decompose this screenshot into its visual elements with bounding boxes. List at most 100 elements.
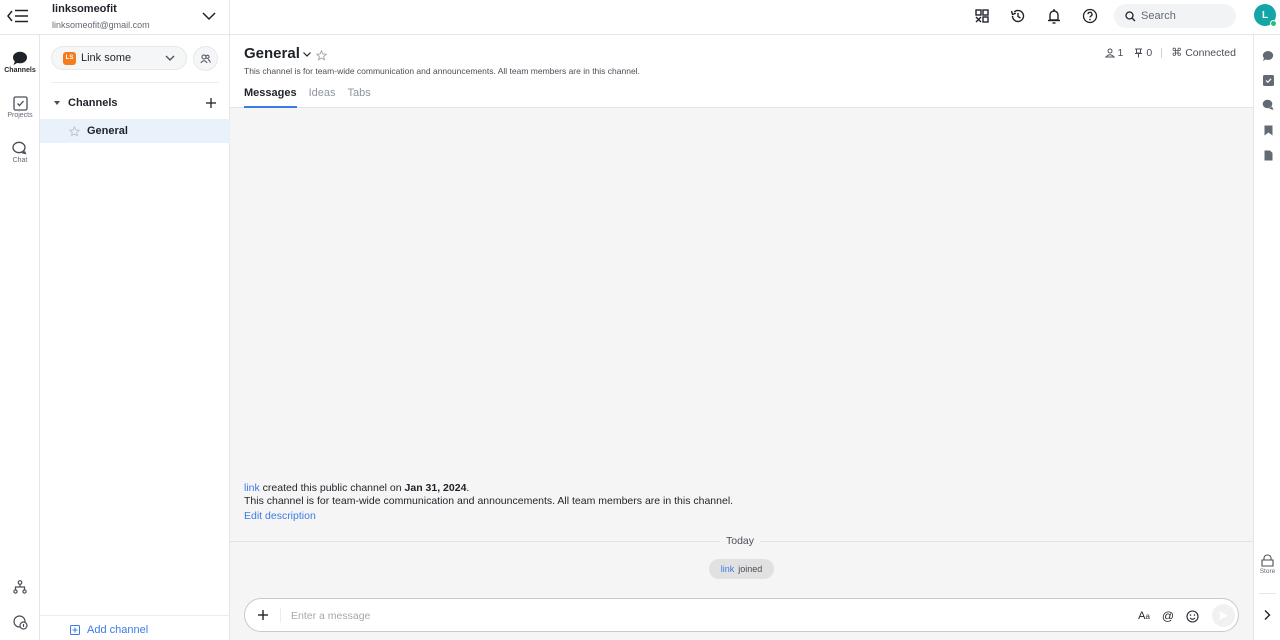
join-user-link[interactable]: link [721, 564, 735, 574]
rail-label: Channels [4, 67, 36, 74]
search-placeholder: Search [1141, 10, 1176, 22]
account-email: linksomeofit@gmail.com [52, 20, 150, 30]
plus-icon [206, 98, 216, 108]
channels-section-title: Channels [68, 97, 118, 109]
messages-icon [1262, 51, 1274, 61]
channel-main-area: General This channel is for team-wide co… [230, 35, 1253, 640]
divider [40, 615, 230, 616]
right-rail-messages[interactable] [1261, 49, 1275, 63]
store-label: Store [1259, 568, 1276, 575]
tab-messages[interactable]: Messages [244, 87, 297, 108]
rail-item-channels[interactable]: Channels [0, 51, 40, 74]
members-button[interactable] [193, 46, 218, 71]
channel-title: General [244, 45, 300, 62]
workspace-name: Link some [81, 52, 132, 64]
add-channel-plus-button[interactable] [205, 96, 217, 108]
notifications-button[interactable] [1045, 7, 1063, 25]
channel-intro: link created this public channel on Jan … [244, 482, 733, 523]
emoji-button[interactable] [1184, 608, 1200, 624]
user-avatar[interactable]: L [1254, 4, 1277, 27]
right-rail-bookmarks[interactable] [1261, 123, 1275, 137]
collapse-menu-button[interactable] [6, 6, 30, 26]
channel-meta: 1 0 ⌘ Connected [1104, 46, 1236, 60]
help-button[interactable] [1081, 7, 1099, 25]
channel-description: This channel is for team-wide communicat… [244, 66, 640, 76]
account-switcher-button[interactable] [201, 8, 217, 24]
channel-sidebar: LS Link some Channels General Add channe… [40, 35, 230, 640]
account-info[interactable]: linksomeofit linksomeofit@gmail.com [52, 3, 150, 32]
caret-down-icon [54, 100, 60, 105]
rail-item-org-chart[interactable] [0, 580, 40, 594]
chevron-right-icon [1264, 610, 1271, 620]
mention-button[interactable]: @ [1160, 608, 1176, 624]
member-icon [1104, 48, 1115, 57]
avatar-initial: L [1261, 9, 1269, 21]
collapse-menu-icon [7, 9, 28, 23]
send-button[interactable] [1212, 604, 1235, 627]
intro-text: created this public channel on [259, 482, 405, 494]
intro-description: This channel is for team-wide communicat… [244, 495, 734, 507]
history-icon [1010, 9, 1025, 23]
right-rail-threads[interactable] [1261, 98, 1275, 112]
right-rail-store[interactable]: Store [1254, 554, 1280, 575]
search-icon [1125, 10, 1136, 21]
intro-end: . [466, 482, 470, 494]
day-divider-label: Today [720, 535, 761, 547]
channel-header: General This channel is for team-wide co… [230, 35, 1253, 108]
divider [51, 82, 219, 83]
right-rail-files[interactable] [1261, 148, 1275, 162]
channel-title-dropdown[interactable]: General [244, 45, 312, 62]
text-format-button[interactable]: Aa [1136, 608, 1152, 624]
join-text: joined [738, 564, 763, 574]
plus-icon [258, 610, 268, 620]
tasks-icon [1262, 74, 1274, 86]
tab-ideas[interactable]: Ideas [309, 87, 336, 108]
help-icon [1082, 8, 1098, 24]
history-button[interactable] [1009, 7, 1027, 25]
channel-item-general[interactable]: General [40, 119, 230, 143]
rail-item-apps-info[interactable] [0, 615, 40, 630]
search-box[interactable]: Search [1114, 4, 1236, 28]
favorite-channel-button[interactable] [315, 48, 328, 66]
rail-item-projects[interactable]: Projects [0, 96, 40, 119]
message-input[interactable] [291, 607, 1111, 625]
tab-tabs[interactable]: Tabs [348, 87, 371, 108]
right-side-rail: Store [1253, 35, 1280, 640]
edit-description-link[interactable]: Edit description [244, 510, 316, 523]
connection-status[interactable]: ⌘ Connected [1171, 46, 1236, 60]
bookmark-icon [1264, 125, 1272, 135]
divider [1161, 47, 1163, 58]
connection-status-text: Connected [1185, 46, 1236, 59]
intro-user-link[interactable]: link [244, 482, 260, 494]
command-icon: ⌘ [1171, 47, 1183, 59]
top-bar: linksomeofit linksomeofit@gmail.com Sear… [0, 0, 1280, 35]
add-square-icon [70, 625, 80, 635]
add-channel-button[interactable]: Add channel [70, 624, 148, 636]
channels-section-header[interactable]: Channels [40, 93, 230, 113]
store-icon [1261, 554, 1274, 567]
chat-icon [12, 141, 27, 155]
at-sign-icon: @ [1161, 609, 1175, 623]
add-channel-label: Add channel [87, 624, 149, 636]
member-count-button[interactable]: 1 [1104, 46, 1124, 59]
attach-button[interactable] [256, 608, 270, 622]
rail-item-chat[interactable]: Chat [0, 141, 40, 164]
divider [229, 0, 230, 35]
workspace-badge: LS [63, 51, 76, 65]
chevron-down-icon [202, 12, 216, 21]
rail-label: Chat [12, 157, 28, 164]
apps-grid-icon [975, 9, 989, 23]
star-icon[interactable] [69, 125, 80, 137]
member-count: 1 [1117, 46, 1124, 59]
message-composer: Aa @ [244, 598, 1239, 632]
channels-icon [13, 51, 27, 65]
workspace-selector[interactable]: LS Link some [51, 46, 187, 70]
system-message-joined: link joined [709, 559, 774, 579]
expand-right-panel-button[interactable] [1262, 608, 1272, 626]
pinned-count-button[interactable]: 0 [1134, 47, 1152, 59]
projects-icon [12, 96, 28, 111]
apps-grid-button[interactable] [973, 7, 991, 25]
apps-info-icon [12, 615, 28, 630]
online-status-indicator [1270, 20, 1277, 27]
right-rail-tasks[interactable] [1261, 73, 1275, 87]
